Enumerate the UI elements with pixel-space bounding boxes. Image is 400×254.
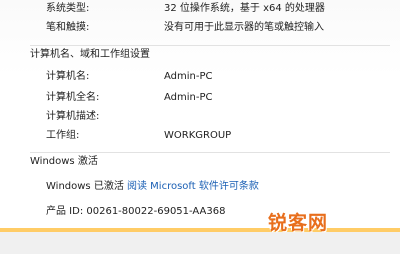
computer-name-label: 计算机名: (46, 71, 90, 82)
system-type-value: 32 位操作系统，基于 x64 的处理器 (164, 3, 325, 14)
workgroup-label: 工作组: (46, 130, 80, 141)
computer-description-label: 计算机描述: (46, 111, 100, 122)
system-properties-panel: 系统类型: 32 位操作系统，基于 x64 的处理器 笔和触摸: 没有可用于此显… (0, 0, 400, 254)
computer-name-value: Admin-PC (164, 71, 213, 82)
activation-status-text: Windows 已激活 (46, 181, 124, 192)
section-divider (30, 152, 390, 153)
section-divider (30, 45, 390, 46)
system-type-label: 系统类型: (46, 3, 90, 14)
full-computer-name-label: 计算机全名: (46, 92, 100, 103)
pen-touch-label: 笔和触摸: (46, 22, 90, 33)
product-id-text: 产品 ID: 00261-80022-69051-AA368 (46, 206, 226, 217)
computer-name-section-title: 计算机名、域和工作组设置 (30, 49, 150, 60)
pen-touch-value: 没有可用于此显示器的笔或触控输入 (164, 22, 324, 33)
full-computer-name-value: Admin-PC (164, 92, 213, 103)
site-watermark: 锐客网 (268, 212, 329, 234)
accent-bar (0, 228, 400, 232)
windows-activation-section-title: Windows 激活 (30, 156, 98, 167)
workgroup-value: WORKGROUP (164, 130, 232, 141)
license-terms-link[interactable]: 阅读 Microsoft 软件许可条款 (127, 180, 259, 194)
